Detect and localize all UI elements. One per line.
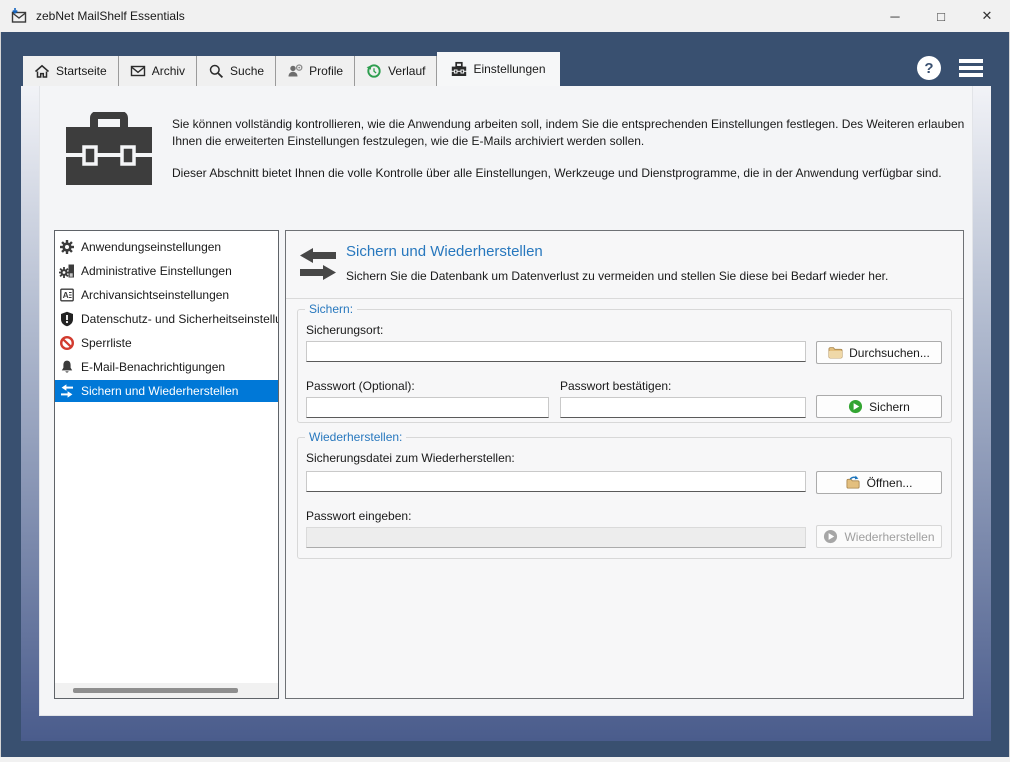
tab-label: Archiv: [152, 64, 185, 78]
tab-verlauf[interactable]: Verlauf: [355, 56, 437, 86]
sidebar-item-archivansichtseinstellungen[interactable]: A Archivansichtseinstellungen: [55, 284, 278, 306]
restore-button-label: Wiederherstellen: [844, 530, 934, 544]
help-button[interactable]: ?: [917, 56, 941, 80]
restore-button: Wiederherstellen: [816, 525, 942, 548]
sidebar-item-label: Sichern und Wiederherstellen: [81, 384, 238, 398]
tab-bar: Startseite Archiv Suche Profile: [23, 52, 560, 86]
scrollbar-thumb[interactable]: [73, 688, 238, 693]
backup-restore-large-icon: [298, 247, 338, 281]
svg-text:A: A: [63, 290, 69, 300]
backup-confirm-input[interactable]: [560, 397, 806, 418]
restore-password-input: [306, 527, 806, 548]
open-button[interactable]: Öffnen...: [816, 471, 942, 494]
backup-restore-panel: Sichern und Wiederherstellen Sichern Sie…: [285, 230, 964, 699]
search-icon: [208, 63, 224, 79]
play-circle-green-icon: [848, 399, 863, 414]
close-button[interactable]: ✕: [964, 0, 1010, 32]
profile-icon: [287, 63, 303, 79]
tabbar-actions: ?: [917, 56, 983, 80]
restore-password-label: Passwort eingeben:: [306, 509, 411, 523]
hamburger-menu-icon[interactable]: [959, 59, 983, 77]
window-title: zebNet MailShelf Essentials: [36, 9, 185, 23]
sidebar-item-label: Datenschutz- und Sicherheitseinstellunge…: [81, 312, 278, 326]
tab-label: Verlauf: [388, 64, 425, 78]
settings-page: Sie können vollständig kontrollieren, wi…: [39, 86, 973, 716]
backup-password-label: Passwort (Optional):: [306, 379, 415, 393]
window-body: Startseite Archiv Suche Profile: [0, 32, 1010, 757]
panel-subtitle: Sichern Sie die Datenbank um Datenverlus…: [346, 269, 888, 283]
panel-title: Sichern und Wiederherstellen: [346, 243, 543, 260]
restore-group: Wiederherstellen: Sicherungsdatei zum Wi…: [297, 437, 952, 559]
intro-paragraph-2: Dieser Abschnitt bietet Ihnen die volle …: [172, 165, 970, 182]
restore-file-input[interactable]: [306, 471, 806, 492]
history-icon: [366, 63, 382, 79]
backup-password-input[interactable]: [306, 397, 549, 418]
window-controls: ─ □ ✕: [872, 0, 1010, 32]
sidebar-item-anwendungseinstellungen[interactable]: Anwendungseinstellungen: [55, 236, 278, 258]
toolbox-large-icon: [66, 112, 152, 186]
backup-button[interactable]: Sichern: [816, 395, 942, 418]
tab-archiv[interactable]: Archiv: [119, 56, 197, 86]
intro-paragraph-1: Sie können vollständig kontrollieren, wi…: [172, 116, 970, 150]
tab-einstellungen[interactable]: Einstellungen: [437, 52, 559, 86]
block-icon: [59, 335, 75, 351]
restore-file-label: Sicherungsdatei zum Wiederherstellen:: [306, 451, 515, 465]
admin-gear-icon: [59, 263, 75, 279]
sidebar-item-label: Anwendungseinstellungen: [81, 240, 221, 254]
sidebar-item-administrative-einstellungen[interactable]: Administrative Einstellungen: [55, 260, 278, 282]
envelope-icon: [130, 63, 146, 79]
home-icon: [34, 63, 50, 79]
browse-button[interactable]: Durchsuchen...: [816, 341, 942, 364]
sidebar-item-sperrliste[interactable]: Sperrliste: [55, 332, 278, 354]
sidebar-item-sichern-wiederherstellen[interactable]: Sichern und Wiederherstellen: [55, 380, 278, 402]
backup-group: Sichern: Sicherungsort: Durchsuchen... P…: [297, 309, 952, 423]
toolbox-icon: [451, 61, 467, 77]
tab-label: Einstellungen: [473, 62, 545, 76]
browse-button-label: Durchsuchen...: [849, 346, 930, 360]
settings-category-list: Anwendungseinstellungen Administrative E…: [54, 230, 279, 699]
tab-profile[interactable]: Profile: [276, 56, 355, 86]
backup-restore-arrows-icon: [59, 383, 75, 399]
restore-group-label: Wiederherstellen:: [305, 430, 406, 444]
folder-icon: [828, 345, 843, 360]
backup-location-input[interactable]: [306, 341, 806, 362]
open-button-label: Öffnen...: [867, 476, 913, 490]
sidebar-item-label: Archivansichtseinstellungen: [81, 288, 229, 302]
sidebar-item-label: Sperrliste: [81, 336, 132, 350]
tab-suche[interactable]: Suche: [197, 56, 276, 86]
sidebar-item-email-benachrichtigungen[interactable]: E-Mail-Benachrichtigungen: [55, 356, 278, 378]
tab-startseite[interactable]: Startseite: [23, 56, 119, 86]
backup-group-label: Sichern:: [305, 302, 357, 316]
titlebar: zebNet MailShelf Essentials: [0, 0, 1010, 32]
tab-label: Startseite: [56, 64, 107, 78]
sidebar-item-label: E-Mail-Benachrichtigungen: [81, 360, 225, 374]
backup-button-label: Sichern: [869, 400, 910, 414]
tab-label: Profile: [309, 64, 343, 78]
bell-icon: [59, 359, 75, 375]
folder-open-icon: [846, 475, 861, 490]
sidebar-item-label: Administrative Einstellungen: [81, 264, 232, 278]
backup-confirm-label: Passwort bestätigen:: [560, 379, 671, 393]
gear-icon: [59, 239, 75, 255]
backup-location-label: Sicherungsort:: [306, 323, 383, 337]
sidebar-item-datenschutz-sicherheit[interactable]: Datenschutz- und Sicherheitseinstellunge…: [55, 308, 278, 330]
archive-view-icon: A: [59, 287, 75, 303]
minimize-button[interactable]: ─: [872, 0, 918, 32]
tab-label: Suche: [230, 64, 264, 78]
play-circle-gray-icon: [823, 529, 838, 544]
panel-header: Sichern und Wiederherstellen Sichern Sie…: [286, 231, 963, 299]
maximize-button[interactable]: □: [918, 0, 964, 32]
shield-exclamation-icon: [59, 311, 75, 327]
app-logo-icon: [10, 8, 28, 24]
settings-intro: Sie können vollständig kontrollieren, wi…: [172, 116, 970, 182]
horizontal-scrollbar[interactable]: [55, 683, 278, 698]
